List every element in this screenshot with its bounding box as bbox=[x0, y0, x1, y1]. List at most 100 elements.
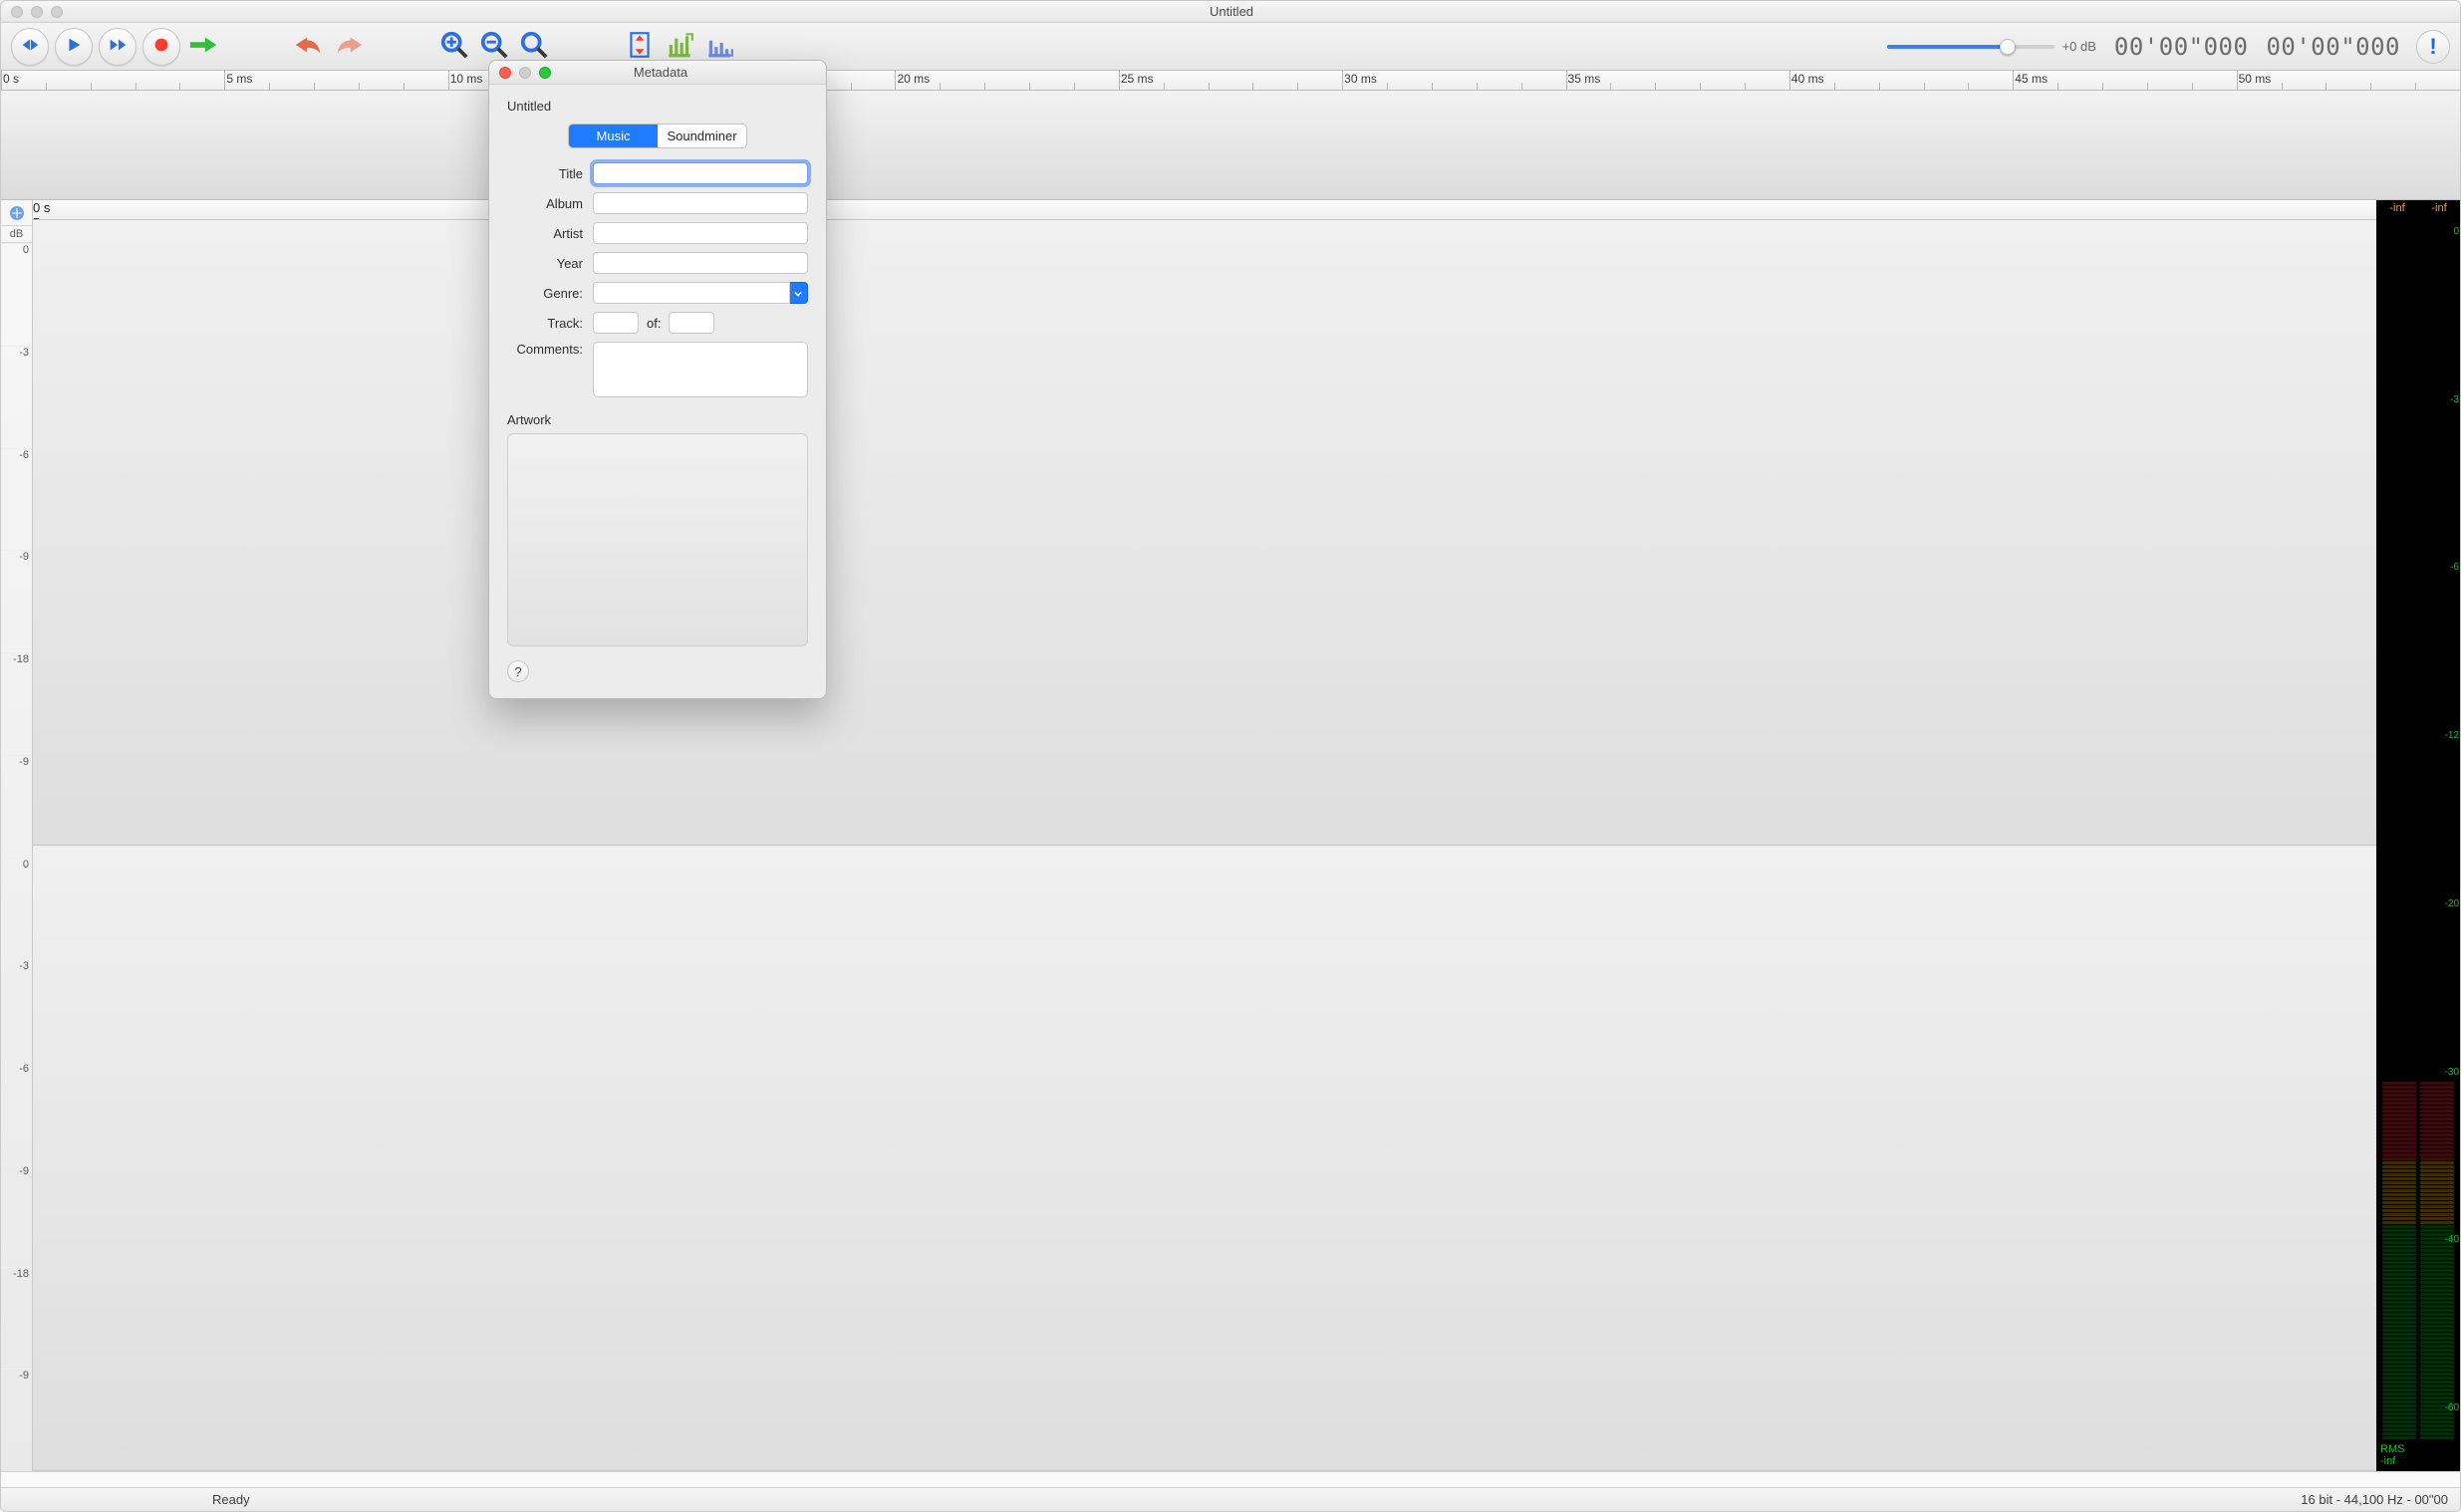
ruler-tick-label: 35 ms bbox=[1568, 72, 1601, 86]
help-button[interactable]: ? bbox=[507, 660, 529, 682]
horizontal-scrollbar[interactable] bbox=[1, 1471, 2460, 1487]
volume-thumb[interactable] bbox=[2000, 39, 2016, 55]
meter-scale-value: -60 bbox=[2445, 1402, 2459, 1413]
ruler-tick-label: 0 s bbox=[3, 72, 19, 86]
dialog-titlebar: Metadata bbox=[489, 61, 826, 85]
db-value: -9 bbox=[1, 550, 32, 652]
status-format: 16 bit - 44,100 Hz - 00"00 bbox=[2301, 1492, 2448, 1507]
db-value: -6 bbox=[1, 1062, 32, 1164]
zoom-fit-button[interactable] bbox=[517, 30, 551, 64]
overview-waveform[interactable] bbox=[1, 91, 2460, 200]
rewind-icon bbox=[19, 34, 41, 59]
label-title: Title bbox=[507, 166, 593, 181]
status-bar: Ready 16 bit - 44,100 Hz - 00"00 bbox=[1, 1487, 2460, 1511]
db-scale-right-ch: 0-3-6-9-18-9 bbox=[1, 858, 32, 1472]
chart-down-icon bbox=[704, 30, 734, 63]
info-button[interactable]: ! bbox=[2416, 30, 2450, 64]
redo-icon bbox=[334, 30, 364, 63]
rewind-button[interactable] bbox=[11, 28, 49, 66]
ruler-tick-label: 50 ms bbox=[2239, 72, 2272, 86]
meter-peak-left: -inf bbox=[2389, 202, 2404, 214]
metadata-tabs: Music Soundminer bbox=[568, 124, 747, 148]
traffic-lights bbox=[1, 6, 63, 18]
forward-icon bbox=[107, 34, 129, 59]
close-dot[interactable] bbox=[11, 6, 23, 18]
ruler-tick-label: 5 ms bbox=[33, 215, 2376, 220]
db-value: -18 bbox=[1, 652, 32, 755]
volume-slider[interactable]: +0 dB bbox=[1887, 39, 2096, 54]
dialog-title: Metadata bbox=[551, 65, 770, 80]
timecode-right: 00'00"000 bbox=[2266, 33, 2400, 61]
redo-button[interactable] bbox=[332, 30, 366, 64]
zoom-fit-icon bbox=[519, 30, 549, 63]
year-field[interactable] bbox=[593, 252, 808, 274]
exclaim-icon: ! bbox=[2429, 34, 2436, 60]
fit-vertical-icon bbox=[625, 30, 655, 63]
db-value: -3 bbox=[1, 959, 32, 1062]
main-window: Untitled bbox=[0, 0, 2461, 1512]
meter-scale-value: -3 bbox=[2445, 394, 2459, 405]
overview-ruler[interactable]: 0 s5 ms10 ms15 ms20 ms25 ms30 ms35 ms40 … bbox=[1, 71, 2460, 91]
channel-icon[interactable] bbox=[1, 200, 32, 226]
track-of-field[interactable] bbox=[669, 312, 714, 334]
volume-label: +0 dB bbox=[2062, 39, 2096, 54]
meter-rms-label: RMS bbox=[2380, 1443, 2456, 1455]
label-track: Track: bbox=[507, 316, 593, 331]
title-field[interactable] bbox=[593, 162, 808, 184]
zoom-dot[interactable] bbox=[51, 6, 63, 18]
genre-dropdown-button[interactable] bbox=[790, 282, 808, 304]
left-gutter: dB 0-3-6-9-18-9 0-3-6-9-18-9 bbox=[1, 200, 33, 1471]
undo-icon bbox=[294, 30, 324, 63]
label-year: Year bbox=[507, 256, 593, 271]
db-value: -18 bbox=[1, 1267, 32, 1370]
dialog-subtitle: Untitled bbox=[507, 99, 808, 114]
dialog-zoom-dot[interactable] bbox=[539, 67, 551, 79]
waveform-left-channel[interactable] bbox=[33, 220, 2376, 846]
zoom-out-button[interactable] bbox=[477, 30, 511, 64]
label-genre: Genre: bbox=[507, 286, 593, 301]
tab-soundminer[interactable]: Soundminer bbox=[658, 125, 746, 147]
record-button[interactable] bbox=[142, 28, 180, 66]
continue-button[interactable] bbox=[186, 30, 220, 64]
dialog-min-dot bbox=[519, 67, 531, 79]
tab-music[interactable]: Music bbox=[569, 125, 658, 147]
minimize-dot[interactable] bbox=[31, 6, 43, 18]
zoom-out-icon bbox=[479, 30, 509, 63]
volume-track[interactable] bbox=[1887, 45, 2054, 49]
meter-scale-value: -20 bbox=[2445, 898, 2459, 909]
artwork-dropzone[interactable] bbox=[507, 433, 808, 646]
ruler-tick-label: 5 ms bbox=[226, 72, 252, 86]
meter-rms-value: -inf bbox=[2380, 1455, 2456, 1467]
db-scale-left-ch: 0-3-6-9-18-9 bbox=[1, 243, 32, 858]
comments-field[interactable] bbox=[593, 342, 808, 397]
ruler-tick-label: 40 ms bbox=[1791, 72, 1824, 86]
view-down-button[interactable] bbox=[702, 30, 736, 64]
view-up-button[interactable] bbox=[663, 30, 696, 64]
zoom-in-button[interactable] bbox=[437, 30, 471, 64]
db-value: -9 bbox=[1, 1164, 32, 1267]
main-titlebar: Untitled bbox=[1, 1, 2460, 23]
toolbar: +0 dB 00'00"000 00'00"000 ! bbox=[1, 23, 2460, 71]
play-button[interactable] bbox=[55, 28, 93, 66]
artist-field[interactable] bbox=[593, 222, 808, 244]
track-number-field[interactable] bbox=[593, 312, 639, 334]
undo-button[interactable] bbox=[292, 30, 326, 64]
track-ruler[interactable]: 0 s5 ms10 ms15 ms20 ms25 ms30 ms35 ms40 … bbox=[33, 200, 2376, 220]
play-icon bbox=[63, 34, 85, 59]
ruler-tick-label: 25 ms bbox=[1121, 72, 1154, 86]
waveform-right-channel[interactable] bbox=[33, 846, 2376, 1471]
meter-scale-value: -12 bbox=[2445, 730, 2459, 741]
meter-scale: 0-3-6-12-20-30-40-60 bbox=[2445, 216, 2459, 1441]
record-icon bbox=[150, 34, 172, 59]
album-field[interactable] bbox=[593, 192, 808, 214]
zoom-in-icon bbox=[439, 30, 469, 63]
work-area: dB 0-3-6-9-18-9 0-3-6-9-18-9 0 s5 ms10 m… bbox=[1, 200, 2460, 1471]
genre-field[interactable] bbox=[593, 282, 790, 304]
forward-button[interactable] bbox=[99, 28, 137, 66]
meter-peak-right: -inf bbox=[2431, 202, 2446, 214]
label-album: Album bbox=[507, 196, 593, 211]
ruler-tick-label: 10 ms bbox=[450, 72, 483, 86]
chart-up-icon bbox=[665, 30, 694, 63]
fit-vertical-button[interactable] bbox=[623, 30, 657, 64]
dialog-close-dot[interactable] bbox=[499, 67, 511, 79]
